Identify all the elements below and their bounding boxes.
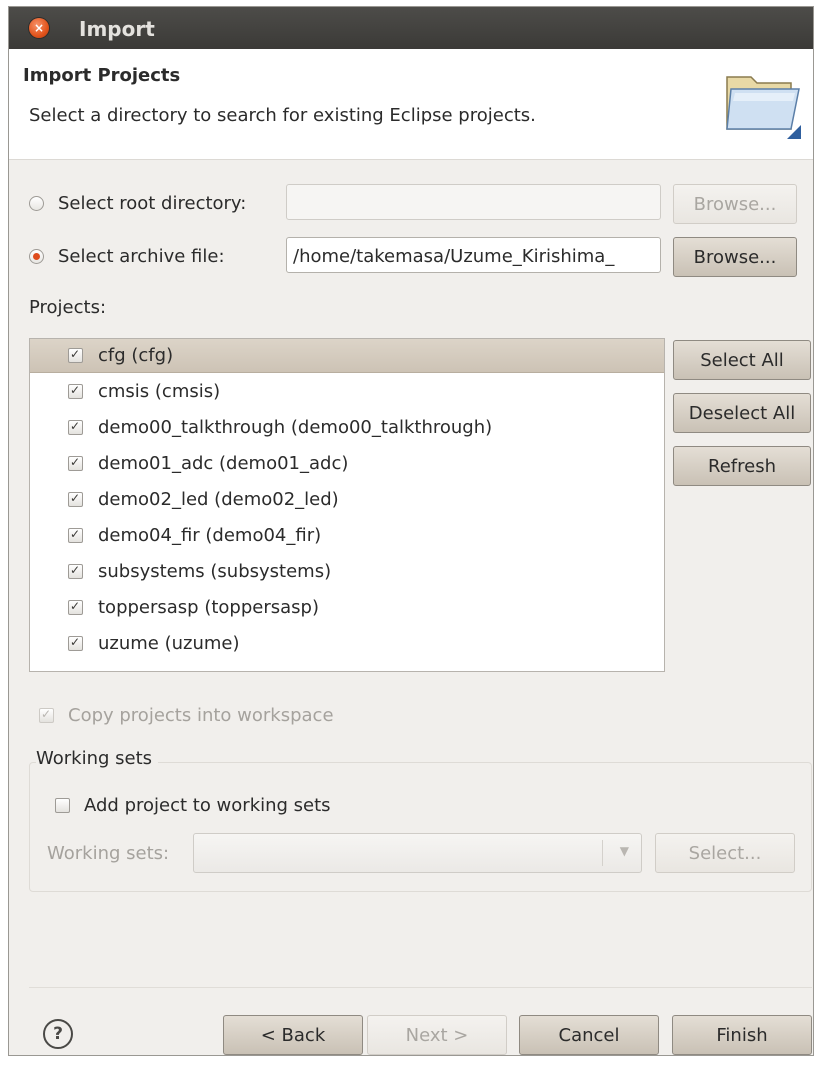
add-to-working-sets-label: Add project to working sets	[84, 794, 331, 816]
list-item[interactable]: toppersasp (toppersasp)	[30, 590, 664, 624]
root-directory-option[interactable]: Select root directory:	[29, 188, 246, 218]
projects-label: Projects:	[29, 297, 107, 318]
root-directory-radio[interactable]	[29, 195, 44, 211]
project-checkbox[interactable]	[68, 419, 83, 435]
project-checkbox[interactable]	[68, 455, 83, 471]
working-sets-combo[interactable]: ▼	[193, 833, 642, 873]
project-checkbox[interactable]	[68, 563, 83, 579]
project-label: subsystems (subsystems)	[98, 560, 332, 582]
copy-projects-label: Copy projects into workspace	[68, 704, 334, 726]
list-item[interactable]: demo02_led (demo02_led)	[30, 482, 664, 516]
finish-button[interactable]: Finish	[672, 1015, 812, 1055]
project-checkbox[interactable]	[68, 527, 83, 543]
browse-archive-button[interactable]: Browse...	[673, 237, 797, 277]
working-sets-group-label: Working sets	[36, 748, 159, 769]
list-item[interactable]: demo04_fir (demo04_fir)	[30, 518, 664, 552]
next-button[interactable]: Next >	[367, 1015, 507, 1055]
list-item[interactable]: cfg (cfg)	[30, 339, 664, 373]
page-description: Select a directory to search for existin…	[29, 105, 536, 126]
list-item[interactable]: subsystems (subsystems)	[30, 554, 664, 588]
help-icon[interactable]: ?	[43, 1019, 73, 1049]
list-item[interactable]: cmsis (cmsis)	[30, 374, 664, 408]
deselect-all-button[interactable]: Deselect All	[673, 393, 811, 433]
project-label: demo04_fir (demo04_fir)	[98, 524, 322, 546]
project-label: demo01_adc (demo01_adc)	[98, 452, 349, 474]
chevron-down-icon[interactable]: ▼	[620, 844, 629, 858]
import-dialog: × Import Import Projects Select a direct…	[8, 6, 814, 1056]
project-label: demo02_led (demo02_led)	[98, 488, 339, 510]
working-sets-combo-label: Working sets:	[47, 843, 170, 864]
project-label: cfg (cfg)	[98, 345, 174, 366]
project-checkbox[interactable]	[68, 348, 83, 363]
copy-projects-checkbox[interactable]	[39, 707, 54, 723]
combo-separator	[602, 840, 603, 866]
select-working-sets-button[interactable]: Select...	[655, 833, 795, 873]
list-item[interactable]: uzume (uzume)	[30, 626, 664, 660]
root-directory-label: Select root directory:	[58, 192, 247, 214]
cancel-button[interactable]: Cancel	[519, 1015, 659, 1055]
refresh-button[interactable]: Refresh	[673, 446, 811, 486]
footer-divider	[29, 987, 812, 988]
wizard-header: Import Projects Select a directory to se…	[9, 49, 813, 160]
add-to-working-sets-option[interactable]: Add project to working sets	[55, 790, 331, 820]
title-bar[interactable]: × Import	[9, 7, 813, 49]
project-label: uzume (uzume)	[98, 632, 240, 654]
folder-open-icon	[726, 76, 801, 139]
list-item[interactable]: demo01_adc (demo01_adc)	[30, 446, 664, 480]
project-checkbox[interactable]	[68, 491, 83, 507]
page-title: Import Projects	[23, 65, 181, 86]
copy-projects-option[interactable]: Copy projects into workspace	[39, 700, 334, 730]
browse-root-button[interactable]: Browse...	[673, 184, 797, 224]
close-icon[interactable]: ×	[29, 18, 49, 38]
project-label: cmsis (cmsis)	[98, 380, 221, 402]
project-label: demo00_talkthrough (demo00_talkthrough)	[98, 416, 493, 438]
back-button[interactable]: < Back	[223, 1015, 363, 1055]
projects-list[interactable]: cfg (cfg) cmsis (cmsis) demo00_talkthrou…	[29, 338, 665, 672]
project-checkbox[interactable]	[68, 599, 83, 615]
window-title: Import	[79, 17, 155, 41]
add-to-working-sets-checkbox[interactable]	[55, 797, 70, 813]
list-item[interactable]: demo00_talkthrough (demo00_talkthrough)	[30, 410, 664, 444]
archive-file-option[interactable]: Select archive file:	[29, 241, 225, 271]
project-checkbox[interactable]	[68, 383, 83, 399]
root-directory-input[interactable]	[286, 184, 661, 220]
project-checkbox[interactable]	[68, 635, 83, 651]
project-label: toppersasp (toppersasp)	[98, 596, 319, 618]
archive-file-label: Select archive file:	[58, 245, 225, 267]
select-all-button[interactable]: Select All	[673, 340, 811, 380]
archive-file-radio[interactable]	[29, 248, 44, 264]
archive-file-input[interactable]: /home/takemasa/Uzume_Kirishima_	[286, 237, 661, 273]
